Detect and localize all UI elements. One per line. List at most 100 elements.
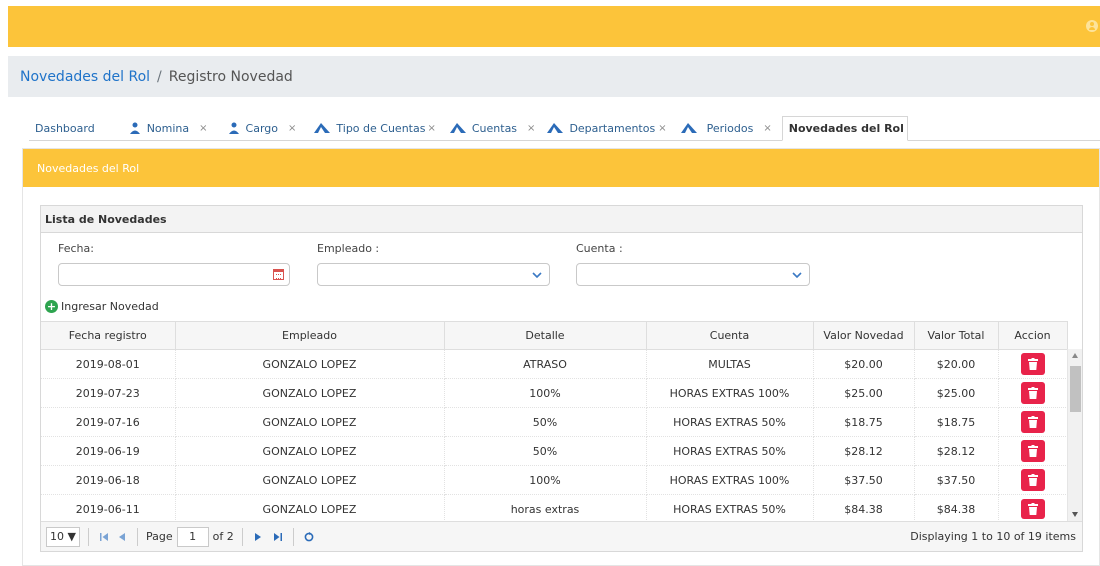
novedades-table: Fecha registro Empleado Detalle Cuenta V… xyxy=(41,321,1082,524)
tab-novedades-del-rol[interactable]: Novedades del Rol xyxy=(781,116,908,141)
delete-button[interactable] xyxy=(1020,499,1045,519)
tab-bar: Dashboard Nomina × Cargo × Tipo de Cuent… xyxy=(29,116,1100,141)
empleado-cell: GONZALO LOPEZ xyxy=(175,349,445,379)
table-row[interactable]: 2019-07-16 GONZALO LOPEZ 50% HORAS EXTRA… xyxy=(41,407,1068,437)
cuenta-select[interactable] xyxy=(576,263,810,286)
mountain-icon xyxy=(680,123,697,133)
page-number-input[interactable]: 1 xyxy=(176,526,209,547)
valor-novedad-cell: $84.38 xyxy=(813,494,915,524)
divider xyxy=(292,527,294,546)
panel-title: Novedades del Rol xyxy=(23,149,1099,187)
fecha-cell: 2019-08-01 xyxy=(41,349,176,379)
close-icon[interactable]: × xyxy=(199,123,207,134)
divider xyxy=(137,527,138,546)
delete-button[interactable] xyxy=(1020,469,1045,491)
accion-cell xyxy=(998,465,1068,495)
tab-label: Periodos xyxy=(706,121,754,135)
column-header: Accion xyxy=(998,321,1068,350)
accion-cell xyxy=(998,378,1068,408)
close-icon[interactable]: × xyxy=(527,123,535,134)
chevron-down-icon[interactable] xyxy=(525,264,549,285)
close-icon[interactable]: × xyxy=(288,123,296,134)
fecha-cell: 2019-07-23 xyxy=(41,378,176,408)
breadcrumb-parent-link[interactable]: Novedades del Rol xyxy=(20,69,150,85)
empleado-cell: GONZALO LOPEZ xyxy=(175,436,445,466)
column-header[interactable]: Valor Total xyxy=(914,321,999,350)
divider xyxy=(241,527,243,546)
first-page-icon[interactable] xyxy=(97,532,111,541)
next-page-icon[interactable] xyxy=(251,532,265,541)
close-icon[interactable]: × xyxy=(763,123,771,134)
tab-tipo-de-cuentas[interactable]: Tipo de Cuentas × xyxy=(308,116,437,140)
valor-novedad-cell: $25.00 xyxy=(813,378,915,408)
tab-label: Departamentos xyxy=(569,121,656,135)
valor-total-cell: $25.00 xyxy=(914,378,999,408)
table-scrollbar[interactable] xyxy=(1067,349,1082,521)
table-row[interactable]: 2019-08-01 GONZALO LOPEZ ATRASO MULTAS $… xyxy=(41,349,1068,379)
cuenta-cell: HORAS EXTRAS 100% xyxy=(646,378,814,408)
valor-novedad-cell: $28.12 xyxy=(813,436,915,466)
calendar-icon[interactable] xyxy=(273,269,284,280)
column-header[interactable]: Empleado xyxy=(175,321,445,350)
mountain-icon xyxy=(547,123,564,133)
chevron-down-icon[interactable] xyxy=(785,264,809,285)
mountain-icon xyxy=(314,123,331,133)
valor-novedad-cell: $37.50 xyxy=(813,465,915,495)
accion-cell xyxy=(998,436,1068,466)
delete-button[interactable] xyxy=(1020,411,1045,433)
close-icon[interactable]: × xyxy=(658,123,666,134)
table-row[interactable]: 2019-06-11 GONZALO LOPEZ horas extras HO… xyxy=(41,494,1068,524)
ingresar-novedad-label: Ingresar Novedad xyxy=(61,300,159,313)
table-row[interactable]: 2019-06-18 GONZALO LOPEZ 100% HORAS EXTR… xyxy=(41,465,1068,495)
detalle-cell: 100% xyxy=(444,378,647,408)
trash-icon xyxy=(1027,474,1038,486)
page-size-select[interactable]: 10 ▼ xyxy=(46,526,80,547)
divider xyxy=(88,527,89,546)
tab-label: Novedades del Rol xyxy=(788,122,904,135)
breadcrumb: Novedades del Rol / Registro Novedad xyxy=(8,56,1100,97)
page-label: Page xyxy=(146,530,173,543)
tab-nomina[interactable]: Nomina × xyxy=(123,116,214,140)
add-icon: + xyxy=(45,300,58,313)
top-bar xyxy=(8,6,1100,47)
detalle-cell: ATRASO xyxy=(444,349,647,379)
display-count: Displaying 1 to 10 of 19 items xyxy=(910,530,1076,543)
column-header[interactable]: Detalle xyxy=(444,321,647,350)
tab-label: Cuentas xyxy=(471,121,518,135)
tab-cargo[interactable]: Cargo × xyxy=(222,116,303,140)
tab-label: Nomina xyxy=(146,121,190,135)
pagination-bar: 10 ▼ Page 1 of 2 Displaying 1 to 10 of 1… xyxy=(41,521,1082,551)
ingresar-novedad-button[interactable]: + Ingresar Novedad xyxy=(45,300,159,313)
last-page-icon[interactable] xyxy=(271,532,285,541)
scroll-down-icon[interactable] xyxy=(1072,512,1078,517)
delete-button[interactable] xyxy=(1020,440,1045,462)
breadcrumb-current: Registro Novedad xyxy=(168,68,293,85)
scroll-up-icon[interactable] xyxy=(1072,353,1078,358)
delete-button[interactable] xyxy=(1020,382,1045,404)
trash-icon xyxy=(1027,503,1038,515)
fecha-label: Fecha: xyxy=(58,242,94,255)
tab-cuentas[interactable]: Cuentas × xyxy=(444,116,542,140)
trash-icon xyxy=(1027,416,1038,428)
column-header[interactable]: Cuenta xyxy=(646,321,814,350)
empleado-select[interactable] xyxy=(317,263,550,286)
tab-dashboard[interactable]: Dashboard xyxy=(29,116,101,140)
fecha-date-input[interactable] xyxy=(58,263,290,286)
column-header[interactable]: Valor Novedad xyxy=(813,321,915,350)
mountain-icon xyxy=(449,123,466,133)
delete-button[interactable] xyxy=(1020,353,1045,375)
table-row[interactable]: 2019-06-19 GONZALO LOPEZ 50% HORAS EXTRA… xyxy=(41,436,1068,466)
scrollbar-thumb[interactable] xyxy=(1070,366,1081,412)
close-icon[interactable]: × xyxy=(427,123,435,134)
tab-periodos[interactable]: Periodos × xyxy=(675,116,778,140)
fecha-cell: 2019-07-16 xyxy=(41,407,176,437)
main-panel: Novedades del Rol Lista de Novedades Fec… xyxy=(22,148,1100,566)
column-header[interactable]: Fecha registro xyxy=(41,321,176,350)
tab-departamentos[interactable]: Departamentos × xyxy=(541,116,668,140)
user-icon[interactable] xyxy=(1086,20,1098,32)
table-row[interactable]: 2019-07-23 GONZALO LOPEZ 100% HORAS EXTR… xyxy=(41,378,1068,408)
accion-cell xyxy=(998,407,1068,437)
prev-page-icon[interactable] xyxy=(115,532,129,541)
refresh-icon[interactable] xyxy=(302,531,316,542)
users-icon xyxy=(228,122,239,134)
